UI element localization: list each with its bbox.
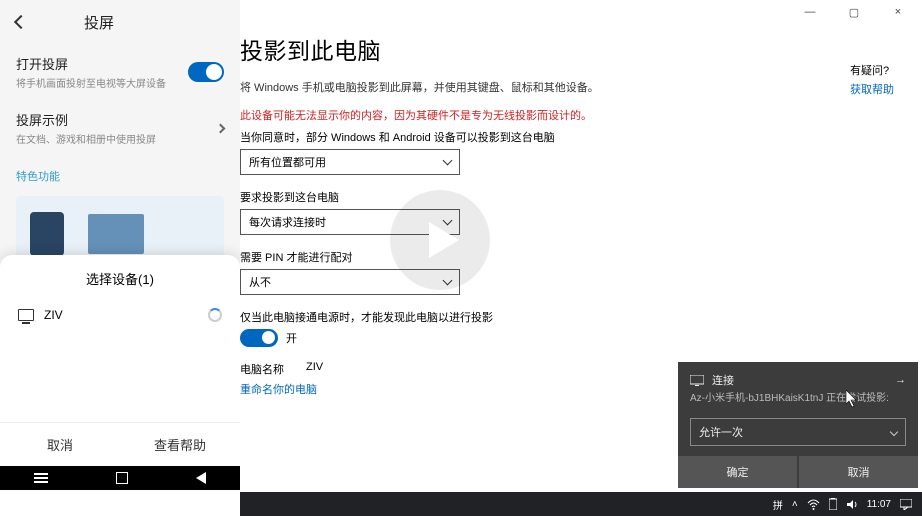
optin-label: 当你同意时，部分 Windows 和 Android 设备可以投影到这台电脑 xyxy=(240,129,892,145)
device-name: ZIV xyxy=(44,308,63,322)
mouse-cursor-icon xyxy=(846,390,858,408)
system-tray[interactable]: 拼 ˄ 11:07 xyxy=(773,497,912,512)
toast-title: 连接 xyxy=(712,372,734,388)
titlebar: — ▢ × xyxy=(240,0,922,24)
toast-device-line: Az-小米手机-bJ1BHKaisK1tnJ 正在尝试投影: xyxy=(690,392,906,406)
sheet-help-button[interactable]: 查看帮助 xyxy=(120,423,240,466)
open-cast-toggle[interactable] xyxy=(188,62,224,82)
play-icon xyxy=(429,222,459,258)
tray-chevron-icon[interactable]: ˄ xyxy=(792,499,798,510)
availability-dropdown[interactable]: 所有位置都可用 xyxy=(240,149,460,175)
help-link[interactable]: 获取帮助 xyxy=(850,81,894,97)
close-button[interactable]: × xyxy=(892,6,904,18)
help-sidebar: 有疑问? 获取帮助 xyxy=(850,62,894,97)
toast-permission-dropdown[interactable]: 允许一次 xyxy=(690,418,906,446)
cast-icon xyxy=(690,375,704,386)
pin-label: 需要 PIN 才能进行配对 xyxy=(240,249,892,265)
phone-title: 投屏 xyxy=(84,12,114,33)
toast-ok-button[interactable]: 确定 xyxy=(678,456,797,488)
wifi-icon[interactable] xyxy=(807,499,820,510)
chevron-down-icon xyxy=(443,155,453,165)
connect-toast: 连接 → Az-小米手机-bJ1BHKaisK1tnJ 正在尝试投影: 允许一次… xyxy=(678,362,918,488)
help-title: 有疑问? xyxy=(850,62,894,78)
pcname-value: ZIV xyxy=(306,361,323,377)
power-toggle[interactable] xyxy=(240,329,278,347)
phone-header: 投屏 xyxy=(0,0,240,44)
pcname-label: 电脑名称 xyxy=(240,361,284,377)
battery-icon[interactable] xyxy=(829,498,837,510)
play-overlay[interactable] xyxy=(390,190,490,290)
maximize-button[interactable]: ▢ xyxy=(848,6,860,19)
back-icon[interactable] xyxy=(14,15,28,29)
power-label: 仅当此电脑接通电源时，才能发现此电脑以进行投影 xyxy=(240,309,892,325)
ask-label: 要求投影到这台电脑 xyxy=(240,189,892,205)
action-center-icon[interactable] xyxy=(900,499,912,510)
ime-indicator[interactable]: 拼 xyxy=(773,497,783,512)
menu-icon[interactable] xyxy=(34,477,48,479)
sheet-title: 选择设备(1) xyxy=(0,269,240,288)
warning-text: 此设备可能无法显示你的内容，因为其硬件不是专为无线投影而设计的。 xyxy=(240,107,892,123)
open-cast-row[interactable]: 打开投屏 将手机画面投射至电视等大屏设备 xyxy=(0,44,240,100)
taskbar[interactable]: 拼 ˄ 11:07 xyxy=(240,492,922,516)
cast-example-sub: 在文档、游戏和相册中使用投屏 xyxy=(16,131,156,146)
chevron-down-icon xyxy=(890,428,898,436)
home-icon[interactable] xyxy=(116,472,128,484)
toast-cancel-button[interactable]: 取消 xyxy=(799,456,918,488)
toggle-state: 开 xyxy=(286,330,297,346)
availability-value: 所有位置都可用 xyxy=(249,154,326,170)
sheet-cancel-button[interactable]: 取消 xyxy=(0,423,120,466)
clock[interactable]: 11:07 xyxy=(867,499,891,510)
feature-section-label: 特色功能 xyxy=(0,156,240,188)
tv-icon xyxy=(18,309,34,321)
cast-example-label: 投屏示例 xyxy=(16,110,156,129)
open-cast-label: 打开投屏 xyxy=(16,54,166,73)
minimize-button[interactable]: — xyxy=(804,6,816,18)
volume-icon[interactable] xyxy=(846,499,858,510)
cast-example-row[interactable]: 投屏示例 在文档、游戏和相册中使用投屏 xyxy=(0,100,240,156)
arrow-right-icon[interactable]: → xyxy=(895,374,906,386)
chevron-right-icon xyxy=(216,123,226,133)
loading-spinner-icon xyxy=(208,308,222,322)
open-cast-sub: 将手机画面投射至电视等大屏设备 xyxy=(16,75,166,90)
pin-value: 从不 xyxy=(249,274,271,290)
page-description: 将 Windows 手机或电脑投影到此屏幕，并使用其键盘、鼠标和其他设备。 xyxy=(240,80,892,97)
phone-panel: 投屏 打开投屏 将手机画面投射至电视等大屏设备 投屏示例 在文档、游戏和相册中使… xyxy=(0,0,240,490)
phone-navbar xyxy=(0,466,240,490)
back-nav-icon[interactable] xyxy=(196,472,206,484)
toast-permission-value: 允许一次 xyxy=(699,424,743,440)
device-row[interactable]: ZIV xyxy=(0,298,240,332)
page-title: 投影到此电脑 xyxy=(240,32,892,66)
device-sheet: 选择设备(1) ZIV 取消 查看帮助 xyxy=(0,255,240,466)
ask-value: 每次请求连接时 xyxy=(249,214,326,230)
